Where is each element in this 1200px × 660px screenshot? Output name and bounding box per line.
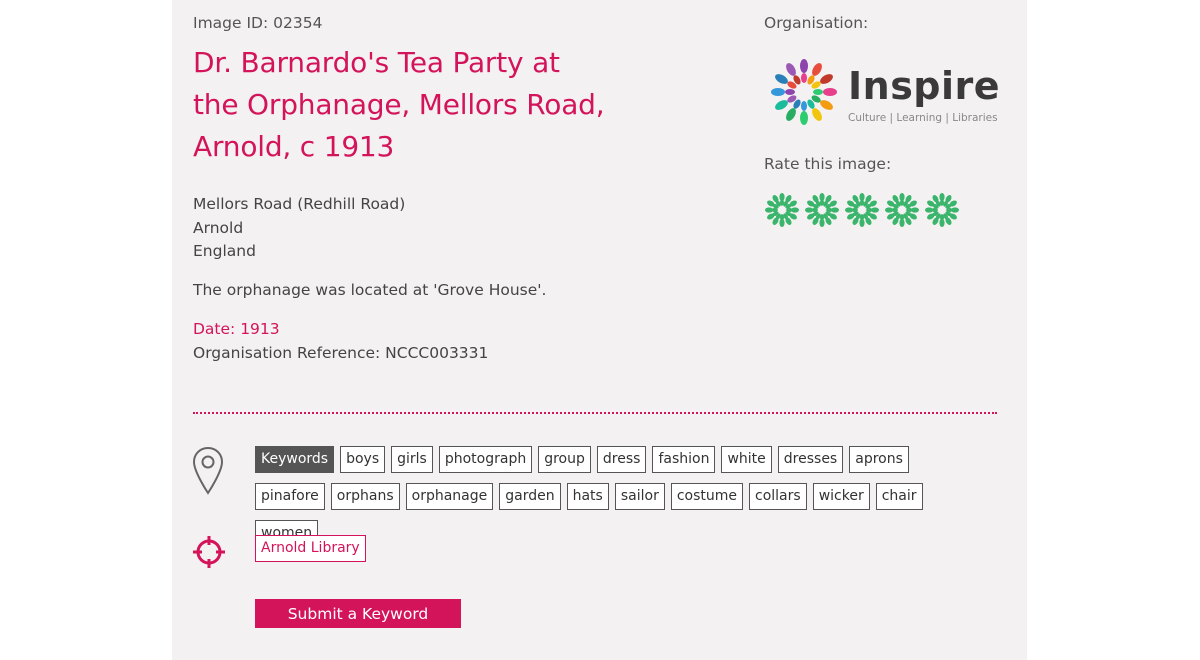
keyword-list: Keywords boys girls photograph group dress fa… <box>255 446 975 547</box>
crosshair-icon <box>193 536 225 568</box>
keyword-tag[interactable]: pinafore <box>255 483 325 510</box>
keyword-tag[interactable]: chair <box>875 483 923 510</box>
rating-stars <box>764 192 960 230</box>
keyword-tag[interactable]: fashion <box>652 446 716 473</box>
keywords-label: Keywords <box>255 446 335 473</box>
flower-rating-icon[interactable] <box>884 192 920 228</box>
organisation-reference: Organisation Reference: NCCC003331 <box>193 344 489 362</box>
keyword-tag[interactable]: dresses <box>777 446 844 473</box>
keyword-tag[interactable]: orphans <box>330 483 400 510</box>
keyword-tag[interactable]: orphanage <box>405 483 494 510</box>
rate-label: Rate this image: <box>764 155 892 173</box>
keyword-tag[interactable]: wicker <box>812 483 870 510</box>
image-description: The orphanage was located at 'Grove Hous… <box>193 281 547 299</box>
address-line-country: England <box>193 242 256 260</box>
keyword-tag[interactable]: boys <box>340 446 386 473</box>
submit-keyword-button[interactable]: Submit a Keyword <box>255 599 461 628</box>
address-line-street: Mellors Road (Redhill Road) <box>193 195 406 213</box>
record-panel: Image ID: 02354 Dr. Barnardo's Tea Party… <box>172 0 1027 660</box>
keyword-tag[interactable]: group <box>538 446 591 473</box>
keyword-tag[interactable]: collars <box>749 483 807 510</box>
flower-rating-icon[interactable] <box>804 192 840 228</box>
flower-rating-icon[interactable] <box>924 192 960 228</box>
keyword-tag[interactable]: costume <box>670 483 744 510</box>
keyword-tag[interactable]: dress <box>596 446 647 473</box>
keyword-tag[interactable]: girls <box>391 446 433 473</box>
logo-name: Inspire <box>848 64 1001 108</box>
keyword-tag[interactable]: sailor <box>614 483 665 510</box>
section-divider <box>193 412 997 414</box>
page-title: Dr. Barnardo's Tea Party at the Orphanag… <box>193 46 605 163</box>
logo-tagline: Culture | Learning | Libraries <box>848 112 998 124</box>
keyword-tag[interactable]: hats <box>566 483 609 510</box>
inspire-logo[interactable]: Inspire Culture | Learning | Libraries <box>766 54 1006 130</box>
flower-rating-icon[interactable] <box>764 192 800 228</box>
organisation-label: Organisation: <box>764 14 869 32</box>
address-block: Mellors Road (Redhill Road) Arnold Engla… <box>193 193 405 264</box>
keyword-tag[interactable]: garden <box>499 483 561 510</box>
keyword-tag[interactable]: photograph <box>438 446 533 473</box>
image-date: Date: 1913 <box>193 320 280 338</box>
inspire-flower-icon <box>771 59 837 125</box>
keyword-tag[interactable]: white <box>721 446 772 473</box>
flower-rating-icon[interactable] <box>844 192 880 228</box>
image-id: Image ID: 02354 <box>193 14 323 32</box>
address-line-town: Arnold <box>193 218 244 237</box>
library-tag[interactable]: Arnold Library <box>255 535 366 562</box>
map-pin-icon <box>192 446 224 495</box>
keyword-tag[interactable]: aprons <box>849 446 909 473</box>
